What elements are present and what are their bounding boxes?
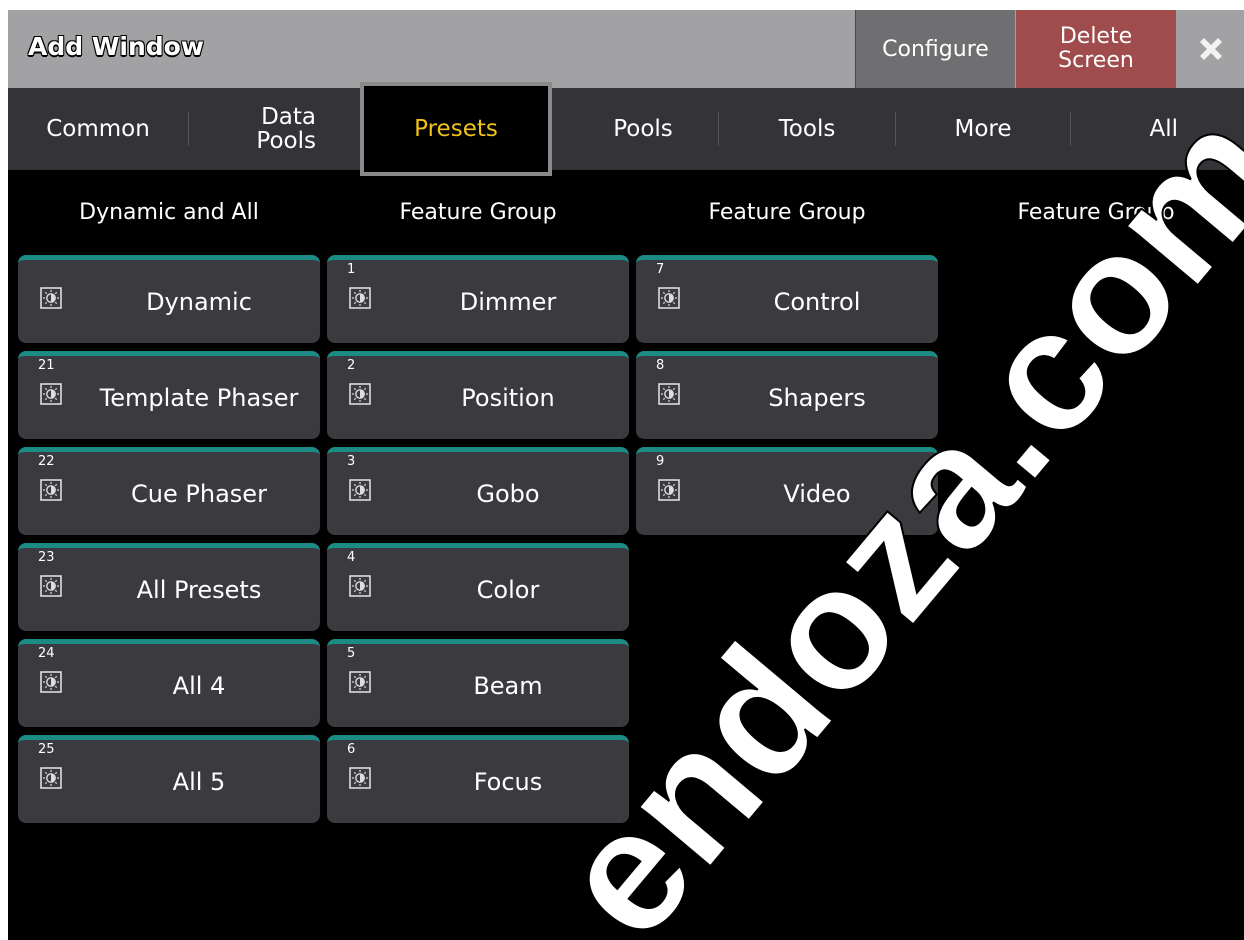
preset-sun-icon xyxy=(349,575,371,597)
preset-label: Gobo xyxy=(476,479,540,508)
tab-data-pools[interactable]: Data Pools xyxy=(198,88,344,170)
preset-button-dynamic[interactable]: Dynamic xyxy=(18,255,320,343)
configure-button[interactable]: Configure xyxy=(855,10,1015,88)
preset-sun-icon xyxy=(40,479,62,501)
preset-label: Position xyxy=(461,383,555,412)
preset-sun-icon xyxy=(349,383,371,405)
preset-sun-icon xyxy=(40,575,62,597)
preset-number: 25 xyxy=(38,742,55,757)
preset-label: Beam xyxy=(473,671,543,700)
preset-label: All 4 xyxy=(172,671,226,700)
preset-label: Control xyxy=(773,287,861,316)
preset-button-all-4[interactable]: 24 All 4 xyxy=(18,639,320,727)
preset-button-cue-phaser[interactable]: 22 Cue Phaser xyxy=(18,447,320,535)
tab-tools[interactable]: Tools xyxy=(719,88,895,170)
window-title: Add Window xyxy=(28,32,204,61)
tab-common[interactable]: Common xyxy=(8,88,188,170)
preset-sun-icon xyxy=(40,671,62,693)
preset-label: Color xyxy=(476,575,540,604)
preset-number: 23 xyxy=(38,550,55,565)
preset-label: Cue Phaser xyxy=(131,479,267,508)
preset-sun-icon xyxy=(658,479,680,501)
preset-button-gobo[interactable]: 3 Gobo xyxy=(327,447,629,535)
preset-button-color[interactable]: 4 Color xyxy=(327,543,629,631)
preset-button-all-5[interactable]: 25 All 5 xyxy=(18,735,320,823)
tab-presets[interactable]: Presets xyxy=(360,82,552,176)
tab-all[interactable]: All xyxy=(1071,88,1244,170)
preset-button-control[interactable]: 7 Control xyxy=(636,255,938,343)
column-header-dynamic: Dynamic and All xyxy=(79,200,259,225)
tab-data-pools-label: Data Pools xyxy=(256,104,316,154)
preset-label: Dimmer xyxy=(459,287,557,316)
preset-sun-icon xyxy=(349,479,371,501)
preset-sun-icon xyxy=(40,767,62,789)
preset-label: All Presets xyxy=(136,575,262,604)
preset-sun-icon xyxy=(349,767,371,789)
preset-number: 1 xyxy=(347,262,356,277)
preset-button-focus[interactable]: 6 Focus xyxy=(327,735,629,823)
preset-label: Shapers xyxy=(768,383,866,412)
preset-label: All 5 xyxy=(172,767,226,796)
preset-sun-icon xyxy=(349,671,371,693)
column-header-feature-group: Feature Group xyxy=(708,200,866,225)
preset-button-video[interactable]: 9 Video xyxy=(636,447,938,535)
column-header-feature-group: Feature Group xyxy=(1017,200,1175,225)
close-button[interactable] xyxy=(1178,10,1244,88)
preset-label: Focus xyxy=(473,767,543,796)
preset-number: 3 xyxy=(347,454,356,469)
column-header-feature-group: Feature Group xyxy=(399,200,557,225)
preset-button-dimmer[interactable]: 1 Dimmer xyxy=(327,255,629,343)
tab-bar: Common Data Pools Presets Pools Tools Mo… xyxy=(8,82,1244,176)
preset-number: 2 xyxy=(347,358,356,373)
preset-button-template-phaser[interactable]: 21 Template Phaser xyxy=(18,351,320,439)
preset-button-all-presets[interactable]: 23 All Presets xyxy=(18,543,320,631)
preset-button-position[interactable]: 2 Position xyxy=(327,351,629,439)
delete-screen-button[interactable]: Delete Screen xyxy=(1016,10,1176,88)
preset-number: 6 xyxy=(347,742,356,757)
preset-sun-icon xyxy=(349,287,371,309)
tab-pools[interactable]: Pools xyxy=(568,88,718,170)
preset-number: 21 xyxy=(38,358,55,373)
preset-number: 4 xyxy=(347,550,356,565)
preset-sun-icon xyxy=(658,383,680,405)
tab-separator xyxy=(188,112,189,146)
preset-number: 9 xyxy=(656,454,665,469)
tab-more[interactable]: More xyxy=(896,88,1070,170)
preset-label: Template Phaser xyxy=(99,383,299,412)
preset-number: 7 xyxy=(656,262,665,277)
preset-label: Dynamic xyxy=(146,287,252,316)
preset-button-beam[interactable]: 5 Beam xyxy=(327,639,629,727)
delete-screen-label: Delete Screen xyxy=(1058,24,1134,73)
preset-sun-icon xyxy=(658,287,680,309)
preset-number: 5 xyxy=(347,646,356,661)
preset-number: 22 xyxy=(38,454,55,469)
preset-sun-icon xyxy=(40,383,62,405)
title-bar: Add Window Configure Delete Screen xyxy=(8,10,1244,88)
close-x-icon xyxy=(1200,38,1222,60)
preset-label: Video xyxy=(783,479,851,508)
preset-button-shapers[interactable]: 8 Shapers xyxy=(636,351,938,439)
preset-sun-icon xyxy=(40,287,62,309)
preset-number: 24 xyxy=(38,646,55,661)
add-window-dialog: Add Window Configure Delete Screen Commo… xyxy=(8,10,1244,940)
preset-number: 8 xyxy=(656,358,665,373)
